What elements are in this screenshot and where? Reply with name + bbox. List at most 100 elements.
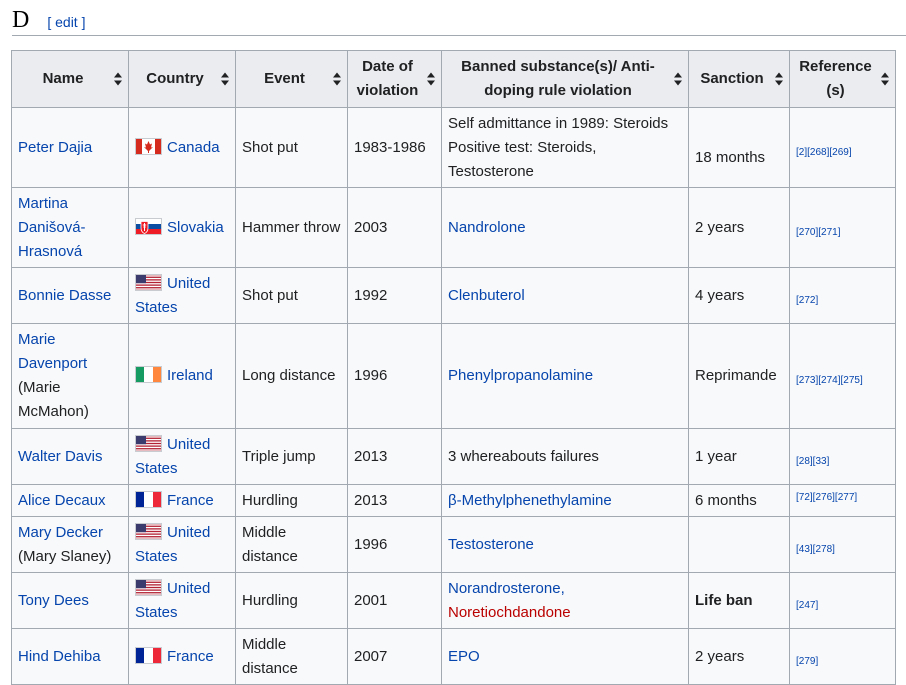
country-cell: United States [128, 572, 236, 629]
canada-flag-icon [135, 137, 162, 155]
name-cell: Walter Davis [11, 428, 129, 485]
athlete-link[interactable]: Walter Davis [18, 448, 102, 465]
event-cell: Shot put [235, 267, 348, 324]
substance-link[interactable]: Clenbuterol [448, 287, 525, 304]
column-header-event[interactable]: Event [235, 50, 348, 108]
date-cell: 1992 [347, 267, 442, 324]
date-cell: 2013 [347, 484, 442, 517]
reference-link[interactable]: [272] [796, 295, 818, 306]
substance-cell: Norandrosterone, Noretiochdandone [441, 572, 689, 629]
references-cell: [279] [789, 628, 896, 685]
country-link[interactable]: Slovakia [167, 219, 224, 236]
column-header-sanction[interactable]: Sanction [688, 50, 790, 108]
section-heading: D [ edit ] [12, 0, 906, 36]
country-link[interactable]: France [167, 492, 214, 509]
athlete-link[interactable]: Marie Davenport [18, 331, 87, 372]
sort-icon[interactable] [333, 72, 341, 86]
sort-icon[interactable] [775, 72, 783, 86]
athlete-link[interactable]: Tony Dees [18, 592, 89, 609]
references-cell: [273][274][275] [789, 323, 896, 429]
united-states-flag-icon [135, 578, 162, 596]
country-cell: United States [128, 267, 236, 324]
column-header-date[interactable]: Date of violation [347, 50, 442, 108]
substance-link[interactable]: Testosterone [448, 536, 534, 553]
athlete-link[interactable]: Martina Danišová-Hrasnová [18, 195, 86, 260]
references-cell: [2][268][269] [789, 107, 896, 188]
table-header-row: Name Country Event Date of violation Ban… [11, 50, 896, 108]
athlete-link[interactable]: Mary Decker [18, 524, 103, 541]
column-header-country[interactable]: Country [128, 50, 236, 108]
sort-icon[interactable] [674, 72, 682, 86]
substance-link[interactable]: β-Methylphenethylamine [448, 492, 612, 509]
event-cell: Hurdling [235, 484, 348, 517]
name-cell: Mary Decker (Mary Slaney) [11, 516, 129, 573]
table-row: Martina Danišová-Hrasnová Slovakia Hamme… [11, 187, 896, 268]
athlete-link[interactable]: Bonnie Dasse [18, 287, 111, 304]
country-link[interactable]: Canada [167, 139, 220, 156]
sort-icon[interactable] [114, 72, 122, 86]
sort-icon[interactable] [881, 72, 889, 86]
table-row: Alice Decaux France Hurdling 2013 β-Meth… [11, 484, 896, 517]
reference-link[interactable]: [273][274][275] [796, 375, 863, 386]
column-header-name[interactable]: Name [11, 50, 129, 108]
reference-link[interactable]: [247] [796, 600, 818, 611]
country-link[interactable]: Ireland [167, 367, 213, 384]
country-cell: France [128, 484, 236, 517]
substance-link[interactable]: Phenylpropanolamine [448, 367, 593, 384]
name-cell: Martina Danišová-Hrasnová [11, 187, 129, 268]
event-cell: Middle distance [235, 516, 348, 573]
slovakia-flag-icon [135, 217, 162, 235]
column-header-label: Event [264, 70, 305, 87]
name-cell: Hind Dehiba [11, 628, 129, 685]
event-cell: Triple jump [235, 428, 348, 485]
substance-link[interactable]: EPO [448, 648, 480, 665]
references-cell: [72][276][277] [789, 484, 896, 517]
sanction-cell: Life ban [688, 572, 790, 629]
reference-link[interactable]: [270][271] [796, 227, 840, 238]
column-header-references[interactable]: Reference (s) [789, 50, 896, 108]
country-cell: United States [128, 428, 236, 485]
table-row: Walter Davis United States Triple jump 2… [11, 428, 896, 485]
country-cell: Slovakia [128, 187, 236, 268]
sort-icon[interactable] [427, 72, 435, 86]
reference-link[interactable]: [279] [796, 656, 818, 667]
event-cell: Shot put [235, 107, 348, 188]
athlete-link[interactable]: Hind Dehiba [18, 648, 101, 665]
date-cell: 1996 [347, 323, 442, 429]
substance-cell: β-Methylphenethylamine [441, 484, 689, 517]
sanction-cell [688, 516, 790, 573]
references-cell: [270][271] [789, 187, 896, 268]
substance-link[interactable]: Norandrosterone, [448, 580, 565, 597]
table-row: Bonnie Dasse United States Shot put 1992… [11, 267, 896, 324]
column-header-label: Reference (s) [799, 58, 872, 99]
reference-link[interactable]: [2][268][269] [796, 147, 852, 158]
table-row: Marie Davenport (Marie McMahon) Ireland L… [11, 323, 896, 429]
date-cell: 2013 [347, 428, 442, 485]
country-cell: Canada [128, 107, 236, 188]
reference-link[interactable]: [72][276][277] [796, 492, 857, 503]
name-cell: Tony Dees [11, 572, 129, 629]
country-link[interactable]: France [167, 648, 214, 665]
date-cell: 2007 [347, 628, 442, 685]
france-flag-icon [135, 490, 162, 508]
athlete-link[interactable]: Alice Decaux [18, 492, 106, 509]
column-header-substance[interactable]: Banned substance(s)/ Anti-doping rule vi… [441, 50, 689, 108]
substance-cell: 3 whereabouts failures [441, 428, 689, 485]
substance-link[interactable]: Nandrolone [448, 219, 526, 236]
athlete-link[interactable]: Peter Dajia [18, 139, 92, 156]
event-cell: Long distance [235, 323, 348, 429]
column-header-label: Name [42, 70, 84, 87]
substance-redlink[interactable]: Noretiochdandone [448, 604, 571, 621]
sort-icon[interactable] [221, 72, 229, 86]
reference-link[interactable]: [28][33] [796, 456, 829, 467]
sanction-cell: 4 years [688, 267, 790, 324]
column-header-label: Date of violation [356, 58, 419, 99]
name-note: (Mary Slaney) [18, 547, 112, 565]
edit-section-link[interactable]: [ edit ] [47, 8, 85, 36]
column-header-label: Country [146, 70, 204, 87]
substance-cell: Phenylpropanolamine [441, 323, 689, 429]
substance-cell: Nandrolone [441, 187, 689, 268]
heading-divider [12, 35, 906, 36]
reference-link[interactable]: [43][278] [796, 544, 835, 555]
edit-link-text[interactable]: [ edit ] [47, 14, 85, 30]
